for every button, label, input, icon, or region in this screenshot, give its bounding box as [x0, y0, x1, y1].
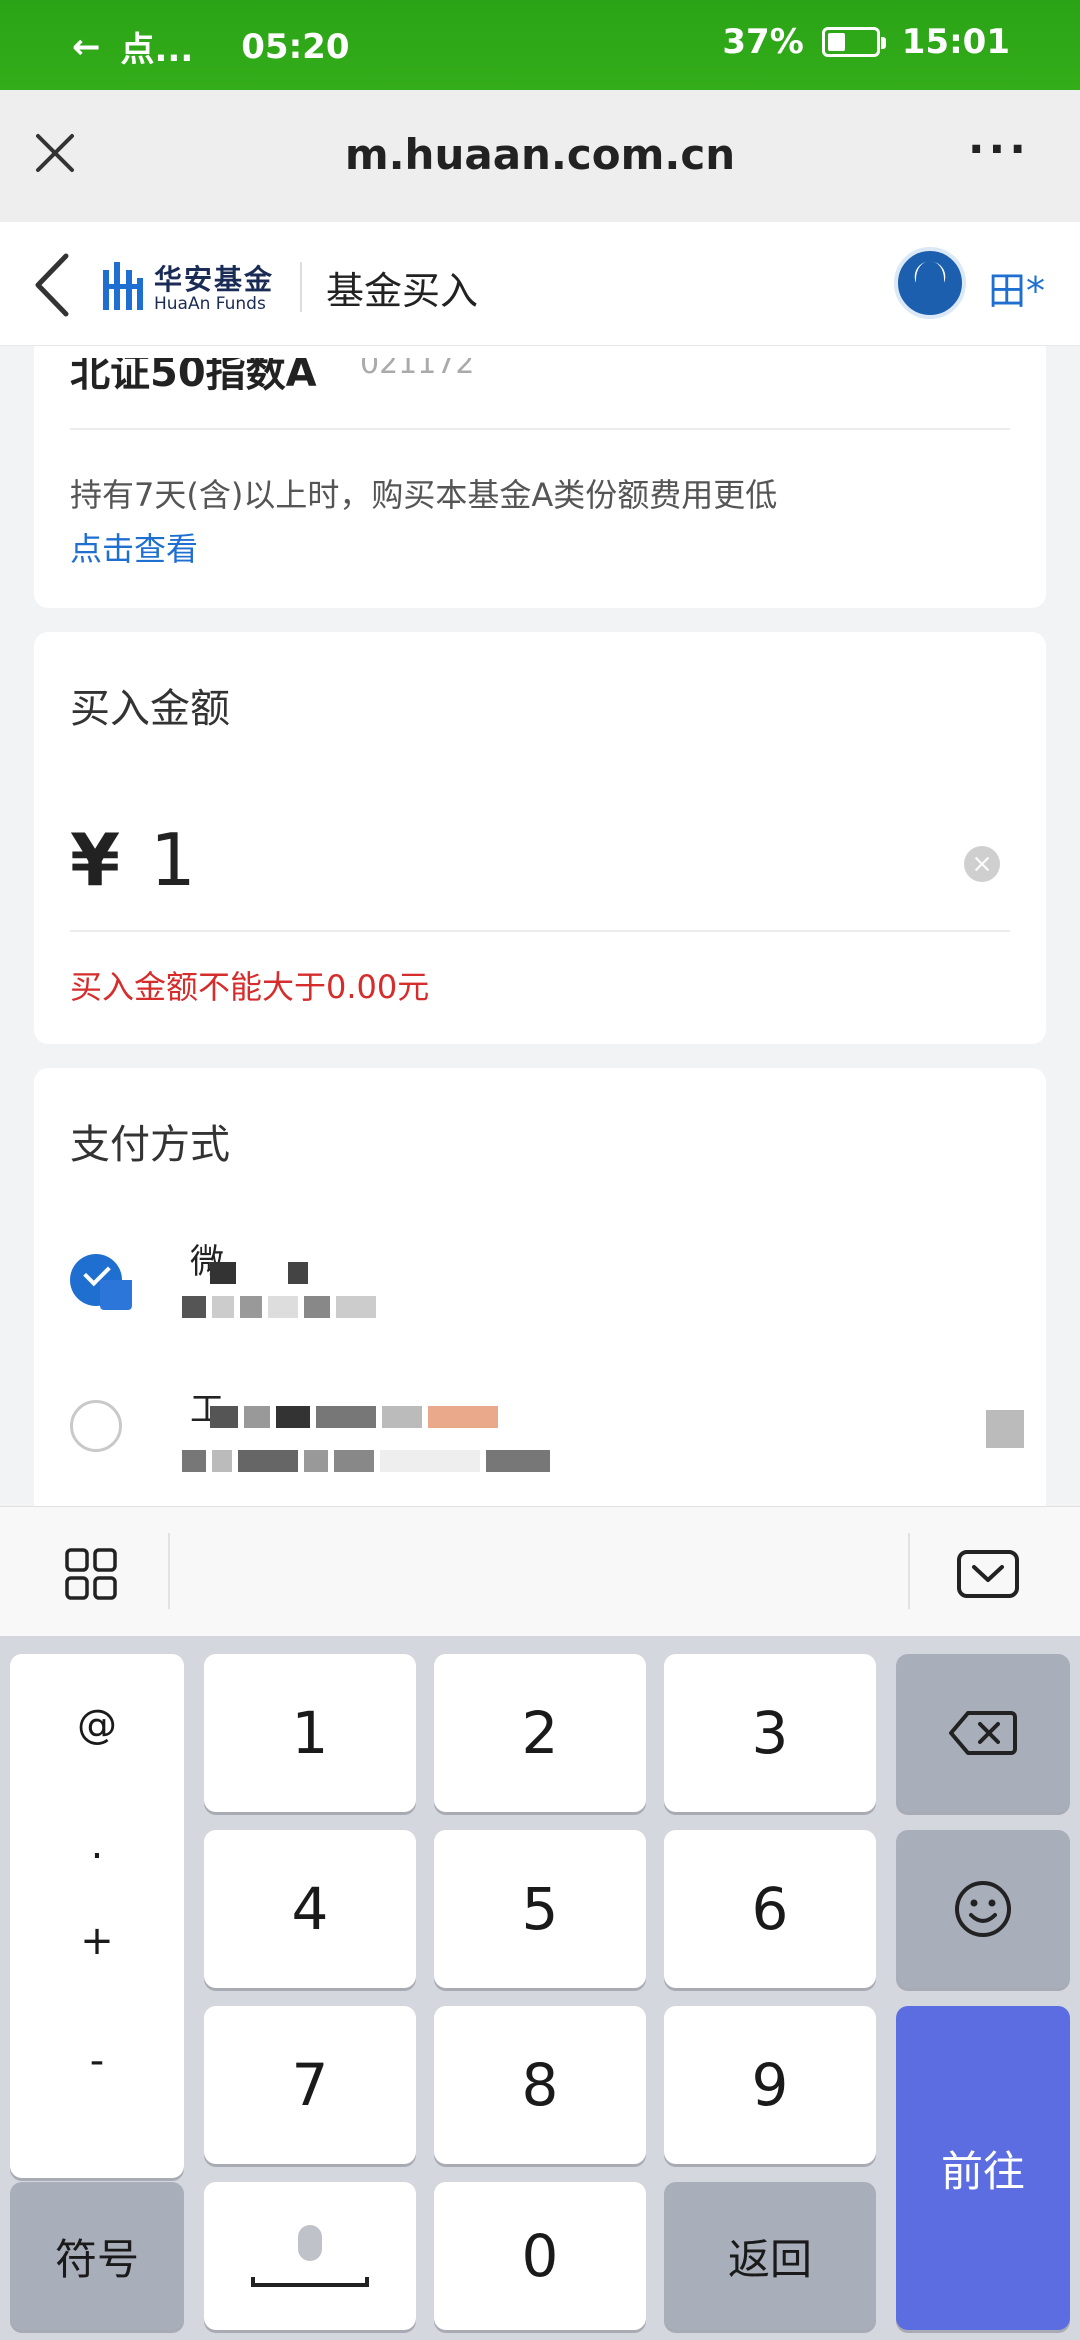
user-name[interactable]: 田* — [988, 260, 1045, 315]
clear-icon[interactable] — [964, 846, 1000, 882]
masked-info — [210, 1262, 308, 1284]
key-plus[interactable]: + — [10, 1918, 184, 1964]
emoji-icon — [955, 1881, 1011, 1937]
key-8[interactable]: 8 — [434, 2006, 646, 2164]
key-5[interactable]: 5 — [434, 1830, 646, 1988]
currency-symbol: ¥ — [70, 818, 121, 902]
fund-name: 北证50指数A — [70, 350, 317, 396]
key-at[interactable]: @ — [10, 1702, 184, 1748]
radio-unchecked-icon[interactable] — [70, 1400, 122, 1452]
battery-icon — [821, 27, 886, 57]
masked-info — [986, 1410, 1024, 1448]
battery-percent: 37% — [722, 22, 804, 62]
key-2[interactable]: 2 — [434, 1654, 646, 1812]
selected-corner-mark — [100, 1280, 132, 1310]
back-arrow-icon: ← — [72, 26, 101, 67]
keyboard-toolbar — [0, 1506, 1080, 1636]
divider — [70, 428, 1010, 430]
apps-grid-icon[interactable] — [64, 1547, 118, 1601]
url-display[interactable]: m.huaan.com.cn — [0, 130, 1080, 179]
payment-option[interactable]: 微 — [70, 1242, 1010, 1364]
masked-info — [210, 1406, 498, 1428]
space-icon — [251, 2277, 369, 2287]
browser-bar: m.huaan.com.cn ··· — [0, 90, 1080, 222]
page-title: 基金买入 — [326, 269, 479, 313]
amount-section-title: 买入金额 — [70, 686, 230, 732]
status-left-time: 05:20 — [241, 26, 350, 67]
fee-note: 持有7天(含)以上时，购买本基金A类份额费用更低 — [70, 476, 778, 514]
numeric-keyboard: @ . + - 1 2 3 4 5 6 7 8 9 前往 符号 0 返回 — [0, 1636, 1080, 2340]
toolbar-separator — [908, 1533, 910, 1609]
amount-input[interactable]: 1 — [150, 818, 196, 902]
avatar[interactable] — [894, 247, 966, 319]
amount-error-message: 买入金额不能大于0.00元 — [70, 968, 430, 1006]
header-divider — [300, 262, 302, 312]
masked-info — [182, 1450, 550, 1472]
key-1[interactable]: 1 — [204, 1654, 416, 1812]
hide-keyboard-icon[interactable] — [956, 1549, 1020, 1599]
backspace-icon — [949, 1711, 1017, 1755]
status-time: 15:01 — [901, 22, 1010, 62]
more-menu-icon[interactable]: ··· — [968, 128, 1030, 172]
masked-info — [182, 1296, 376, 1318]
divider — [70, 930, 1010, 932]
symbol-column[interactable]: @ . + - — [10, 1654, 184, 2178]
key-dot[interactable]: . — [10, 1822, 184, 1868]
go-key[interactable]: 前往 — [896, 2006, 1070, 2330]
view-details-link[interactable]: 点击查看 — [70, 524, 198, 570]
key-9[interactable]: 9 — [664, 2006, 876, 2164]
status-app-label: 点... — [120, 30, 194, 70]
voice-space-key[interactable] — [204, 2182, 416, 2330]
microphone-icon — [298, 2225, 322, 2261]
status-bar: ← 点... 05:20 37% 15:01 — [0, 0, 1080, 90]
payment-option[interactable]: 工 — [70, 1390, 1024, 1512]
key-6[interactable]: 6 — [664, 1830, 876, 1988]
logo-text-en: HuaAn Funds — [154, 294, 266, 314]
key-4[interactable]: 4 — [204, 1830, 416, 1988]
key-7[interactable]: 7 — [204, 2006, 416, 2164]
emoji-key[interactable] — [896, 1830, 1070, 1988]
symbols-key[interactable]: 符号 — [10, 2182, 184, 2330]
huaan-logo-icon — [103, 262, 143, 310]
key-minus[interactable]: - — [10, 2038, 184, 2084]
logo-text-cn: 华安基金 — [154, 263, 275, 296]
key-0[interactable]: 0 — [434, 2182, 646, 2330]
payment-method-card: 支付方式 微 工 — [34, 1068, 1046, 1508]
battery-fill — [827, 33, 845, 51]
backspace-key[interactable] — [896, 1654, 1070, 1812]
fund-code: 021172 — [360, 346, 475, 381]
key-3[interactable]: 3 — [664, 1654, 876, 1812]
payment-section-title: 支付方式 — [70, 1122, 230, 1168]
back-chevron-icon[interactable] — [30, 250, 76, 320]
fund-info-card: 北证50指数A 021172 持有7天(含)以上时，购买本基金A类份额费用更低 … — [34, 346, 1046, 608]
toolbar-separator — [168, 1533, 170, 1609]
app-header: 华安基金 HuaAn Funds 基金买入 田* — [0, 222, 1080, 346]
return-key[interactable]: 返回 — [664, 2182, 876, 2330]
purchase-amount-card: 买入金额 ¥ 1 买入金额不能大于0.00元 — [34, 632, 1046, 1044]
